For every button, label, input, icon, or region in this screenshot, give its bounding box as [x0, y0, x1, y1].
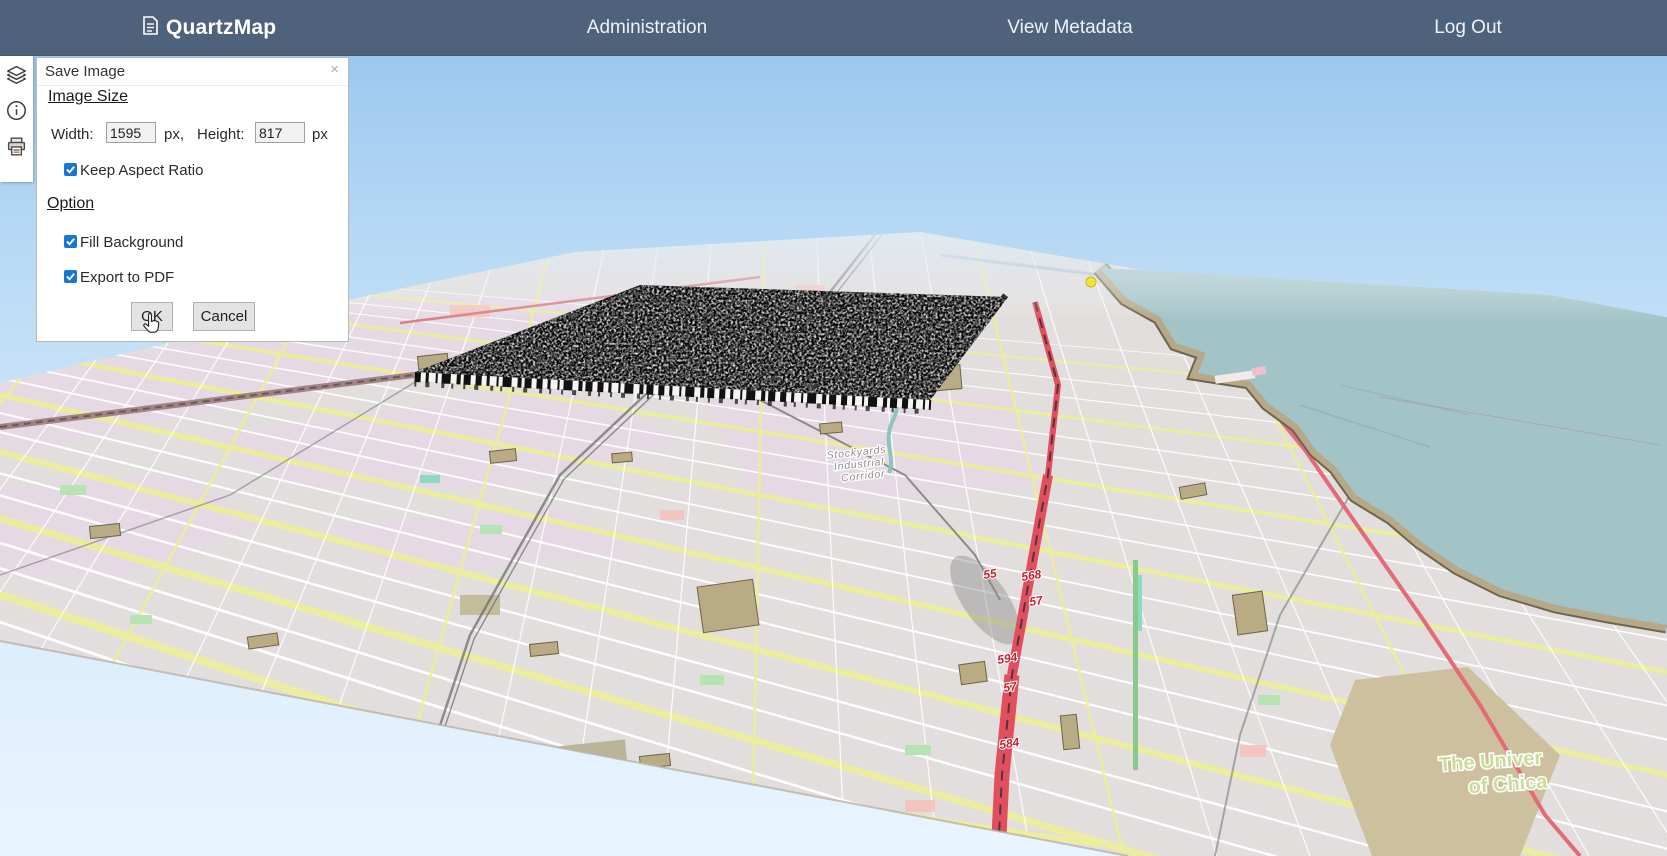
keep-aspect-checkbox[interactable]	[64, 163, 77, 176]
quartzmap-app: { "navbar": { "brand": "QuartzMap", "ite…	[0, 0, 1667, 856]
ok-button[interactable]: OK	[131, 302, 173, 331]
poi-marker[interactable]	[1086, 277, 1096, 287]
top-navbar: QuartzMap Administration View Metadata L…	[0, 0, 1667, 56]
route-shield: 55	[982, 566, 998, 582]
layers-icon[interactable]	[6, 64, 27, 85]
app-title: QuartzMap	[166, 16, 276, 40]
nav-log-out[interactable]: Log Out	[1434, 0, 1502, 55]
export-pdf-label: Export to PDF	[80, 269, 174, 286]
document-icon	[143, 16, 158, 40]
map-toolbar	[0, 55, 33, 182]
app-brand[interactable]: QuartzMap	[143, 0, 276, 55]
export-pdf-checkbox[interactable]	[64, 270, 77, 283]
fill-background-checkbox[interactable]	[64, 235, 77, 248]
height-label: Height:	[197, 126, 245, 143]
nav-view-metadata[interactable]: View Metadata	[1007, 0, 1132, 55]
width-label: Width:	[51, 126, 94, 143]
height-input[interactable]	[255, 122, 305, 143]
close-icon[interactable]: ×	[330, 62, 339, 77]
option-heading: Option	[47, 195, 94, 213]
info-icon[interactable]	[6, 100, 27, 121]
height-unit: px	[312, 126, 328, 143]
save-image-dialog: Save Image × Image Size Width: px, Heigh…	[36, 57, 349, 342]
image-size-heading: Image Size	[48, 88, 128, 106]
print-icon[interactable]	[6, 136, 27, 157]
title-divider	[37, 85, 348, 86]
width-unit: px,	[164, 126, 184, 143]
nav-administration[interactable]: Administration	[587, 0, 707, 55]
width-input[interactable]	[106, 122, 156, 143]
cancel-button[interactable]: Cancel	[193, 302, 255, 331]
keep-aspect-label: Keep Aspect Ratio	[80, 162, 203, 179]
fill-background-label: Fill Background	[80, 234, 183, 251]
dialog-title: Save Image	[45, 63, 125, 80]
